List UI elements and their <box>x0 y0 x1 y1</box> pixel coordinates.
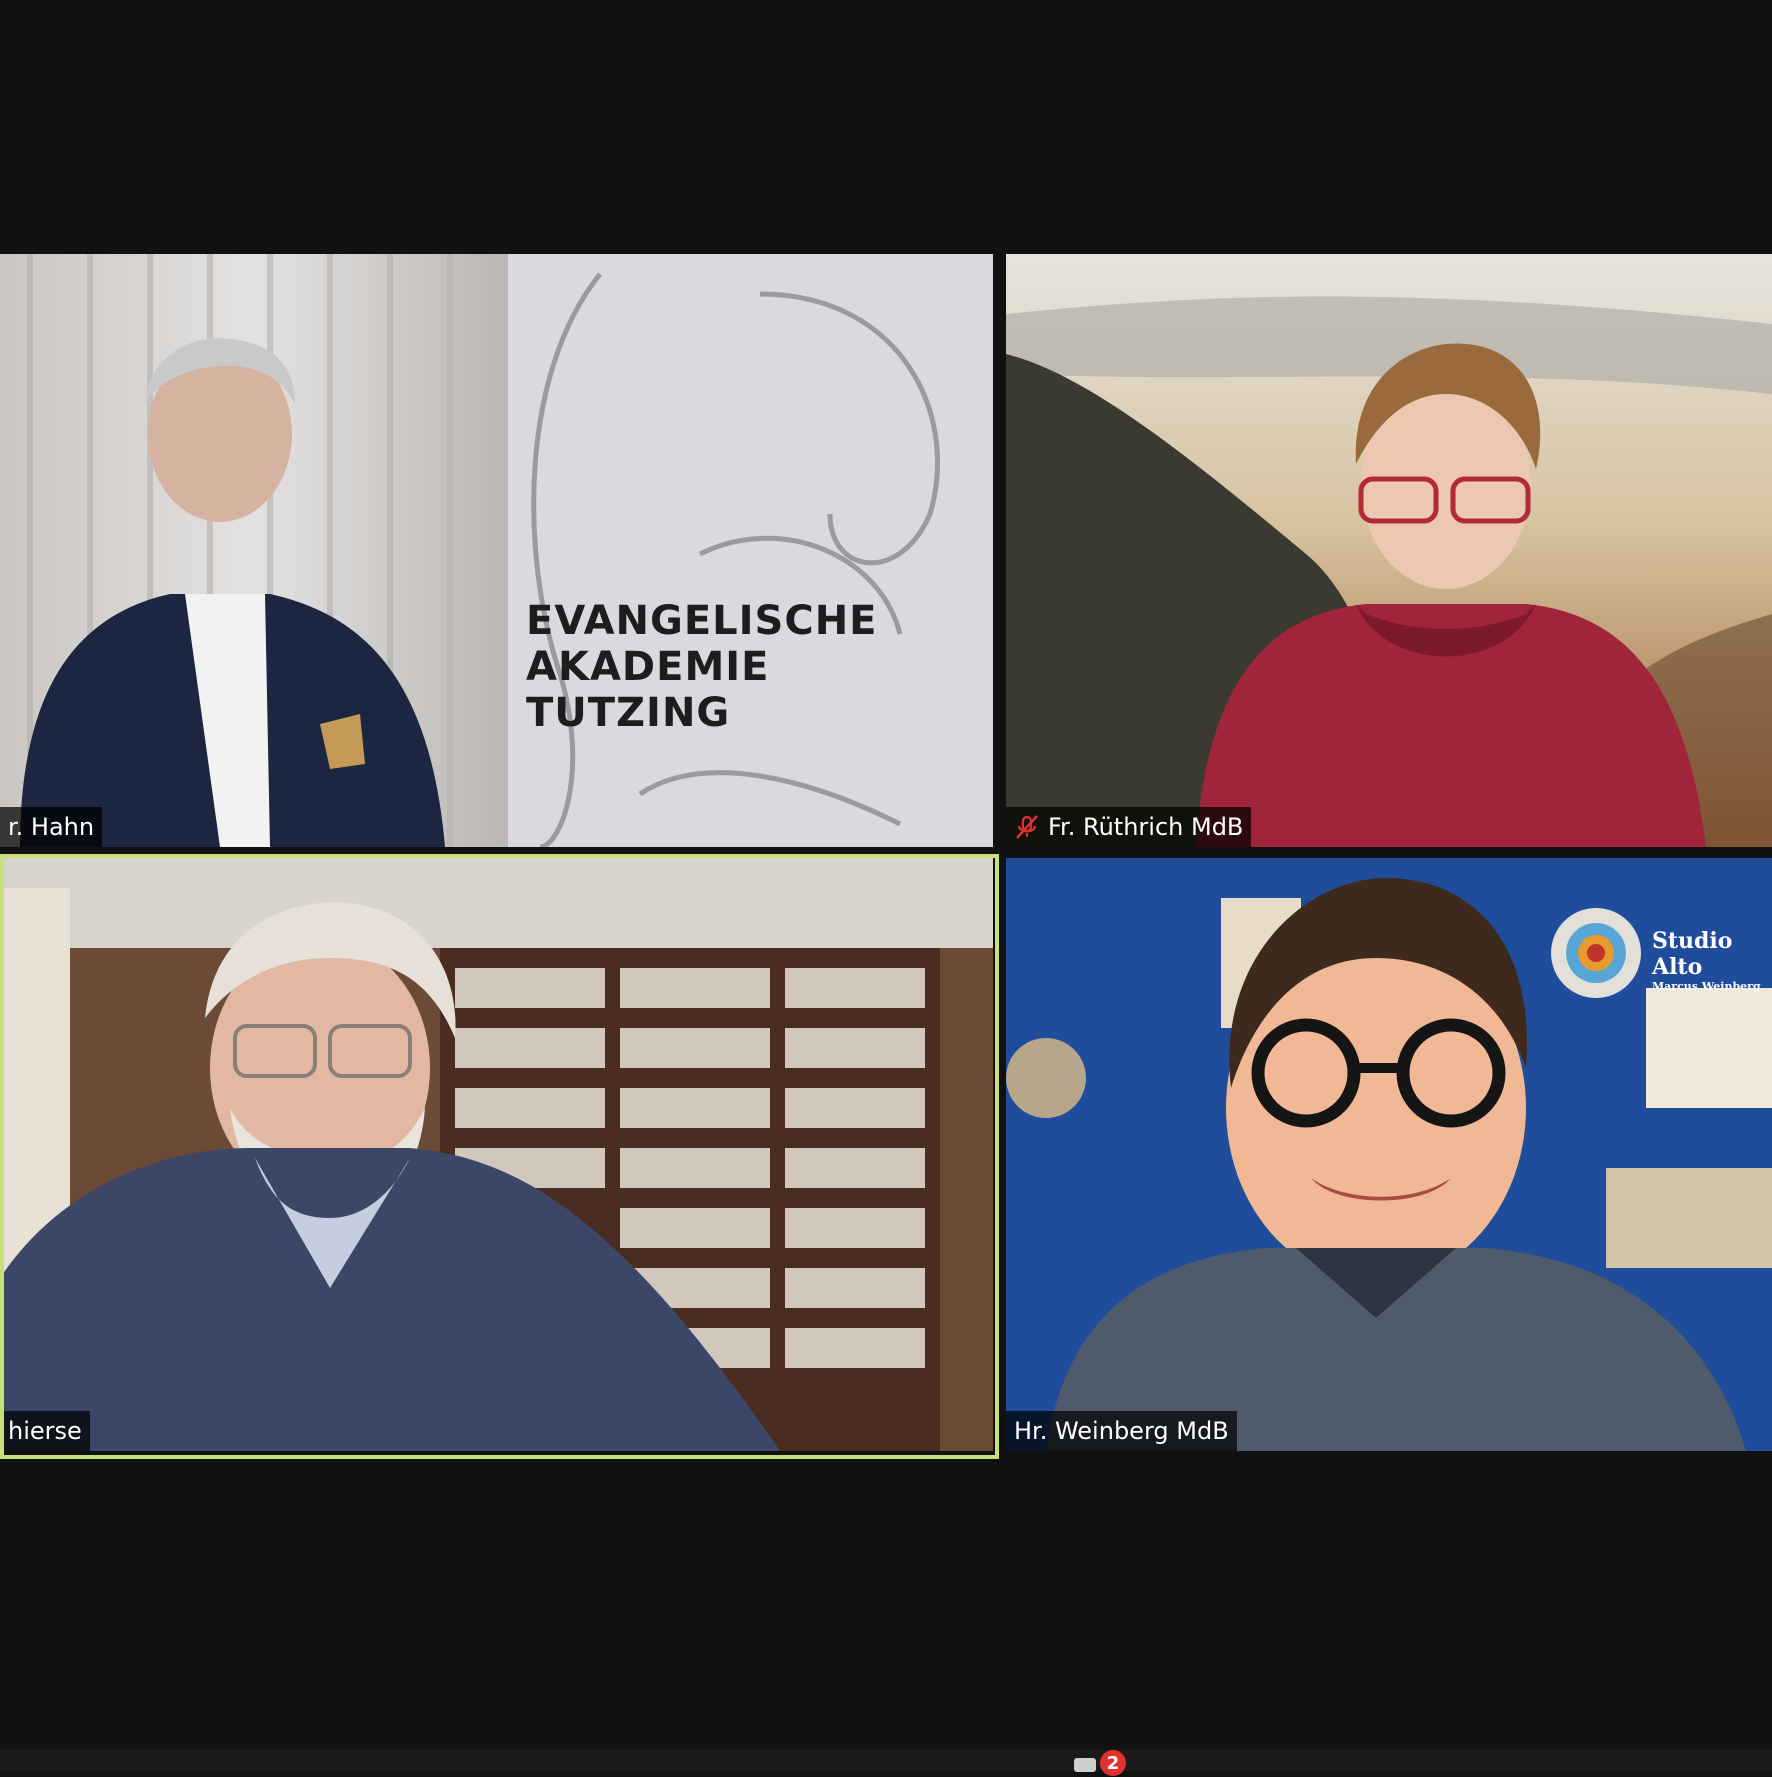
logo-subtitle: Marcus Weinberg <box>1652 980 1761 993</box>
chat-unread-badge: 2 <box>1100 1750 1126 1776</box>
background-logo: Studio Alto Marcus Weinberg <box>1652 928 1772 993</box>
mic-muted-icon <box>1016 815 1038 839</box>
video-tile-ruethrich[interactable]: Fr. Rüthrich MdB <box>1006 254 1772 847</box>
video-feed-hahn <box>0 254 993 847</box>
banner-line-2: TUTZING <box>526 690 731 736</box>
participant-name: hierse <box>8 1417 82 1445</box>
participant-name: r. Hahn <box>8 813 95 841</box>
video-tile-weinberg[interactable]: Studio Alto Marcus Weinberg Hr. Weinberg… <box>1006 858 1772 1451</box>
video-tile-thierse[interactable]: hierse <box>0 858 993 1451</box>
participant-nameplate: hierse <box>0 1411 90 1451</box>
chat-button[interactable]: 2 <box>1072 1750 1132 1776</box>
participant-nameplate: Fr. Rüthrich MdB <box>1006 807 1252 847</box>
participant-name: Fr. Rüthrich MdB <box>1048 813 1244 841</box>
participant-name: Hr. Weinberg MdB <box>1014 1417 1229 1445</box>
video-feed-thierse <box>0 858 993 1451</box>
meeting-toolbar <box>0 1749 1772 1771</box>
participant-nameplate: r. Hahn <box>0 807 103 847</box>
video-feed-ruethrich <box>1006 254 1772 847</box>
chat-icon <box>1074 1758 1096 1772</box>
logo-title: Studio Alto <box>1652 928 1733 980</box>
video-tile-hahn[interactable]: EVANGELISCHE AKADEMIE TUTZING r. Hahn <box>0 254 993 847</box>
background-banner: EVANGELISCHE AKADEMIE TUTZING <box>526 598 993 736</box>
participant-nameplate: Hr. Weinberg MdB <box>1006 1411 1237 1451</box>
banner-line-1: EVANGELISCHE AKADEMIE <box>526 598 878 690</box>
